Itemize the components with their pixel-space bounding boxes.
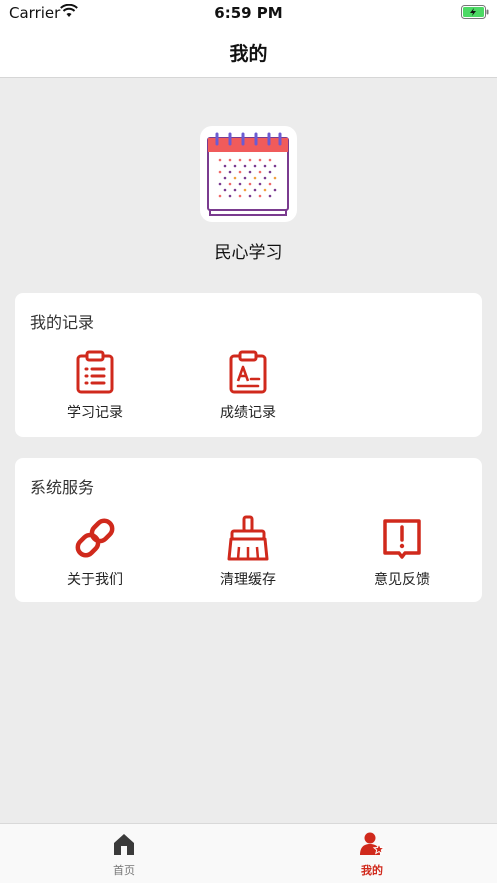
services-card: 系统服务 关于我们 清理缓存 意见反馈 (15, 458, 482, 602)
tab-home-label: 首页 (113, 864, 135, 877)
services-section-title: 系统服务 (30, 478, 95, 497)
feedback-button[interactable]: 意见反馈 (327, 515, 477, 589)
clear-cache-button[interactable]: 清理缓存 (173, 515, 323, 589)
tab-mine-label: 我的 (361, 864, 383, 877)
feedback-label: 意见反馈 (374, 572, 430, 588)
clipboard-grade-icon (229, 350, 267, 394)
link-icon (75, 518, 115, 558)
calendar-icon (207, 132, 289, 216)
tab-home[interactable]: 首页 (64, 832, 184, 878)
clipboard-list-icon (76, 350, 114, 394)
navigation-bar: 我的 (0, 26, 497, 78)
app-logo (200, 126, 297, 222)
about-us-label: 关于我们 (67, 572, 123, 588)
feedback-icon (383, 519, 421, 559)
battery-icon (461, 5, 489, 19)
user-icon (360, 832, 386, 855)
broom-icon (227, 515, 269, 561)
grade-records-button[interactable]: 成绩记录 (173, 350, 323, 422)
records-card: 我的记录 学习记录 成绩记录 (15, 293, 482, 437)
grade-records-label: 成绩记录 (220, 405, 276, 421)
clock: 6:59 PM (214, 4, 283, 22)
home-icon (114, 834, 134, 855)
records-section-title: 我的记录 (30, 313, 95, 332)
about-us-button[interactable]: 关于我们 (20, 515, 170, 589)
tab-mine[interactable]: 我的 (312, 832, 432, 878)
study-records-label: 学习记录 (67, 405, 123, 421)
status-bar: Carrier 6:59 PM (0, 0, 497, 26)
app-name: 民心学习 (214, 243, 283, 263)
clear-cache-label: 清理缓存 (220, 572, 276, 588)
page-title: 我的 (229, 43, 268, 65)
study-records-button[interactable]: 学习记录 (20, 350, 170, 422)
tab-bar: 首页 我的 (0, 823, 497, 883)
